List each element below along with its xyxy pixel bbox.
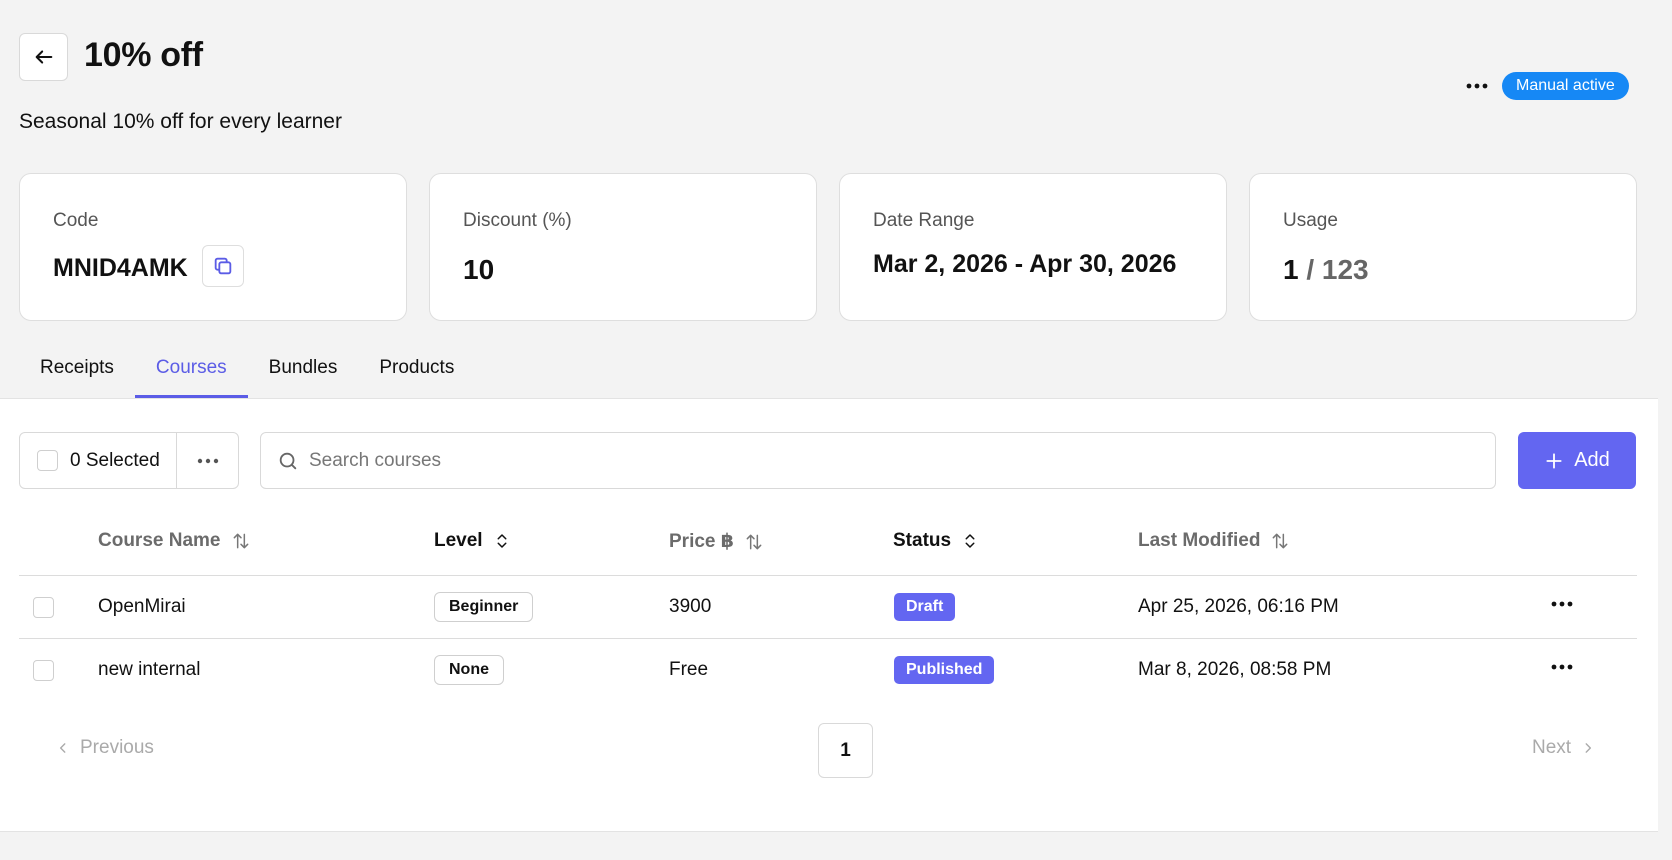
- next-page-button[interactable]: Next: [1532, 737, 1595, 759]
- previous-label: Previous: [80, 737, 154, 758]
- chevron-right-icon: [1585, 743, 1592, 753]
- previous-page-button[interactable]: Previous: [56, 737, 154, 759]
- course-price: 3900: [669, 596, 712, 617]
- date-range-label: Date Range: [873, 210, 975, 231]
- row-actions-button[interactable]: [1545, 592, 1579, 616]
- arrow-left-icon: [35, 50, 52, 64]
- status-badge: Manual active: [1502, 72, 1629, 100]
- sort-arrows-icon: [746, 534, 762, 549]
- column-level-label: Level: [434, 530, 483, 551]
- date-range-value: Mar 2, 2026 - Apr 30, 2026: [873, 250, 1177, 278]
- column-course-name-label: Course Name: [98, 530, 221, 551]
- column-header-last-modified[interactable]: Last Modified: [1138, 530, 1290, 552]
- last-modified: Apr 25, 2026, 06:16 PM: [1138, 596, 1339, 617]
- plus-icon: [1546, 452, 1562, 469]
- chevron-updown-icon: [497, 534, 507, 548]
- row-actions-button[interactable]: [1545, 655, 1579, 679]
- ellipsis-icon: [1551, 664, 1573, 670]
- column-status-label: Status: [893, 530, 952, 551]
- more-options-button[interactable]: [1462, 72, 1492, 100]
- chevron-left-icon: [59, 743, 66, 753]
- select-all-checkbox[interactable]: [37, 450, 58, 471]
- code-card: Code MNID4AMK: [19, 173, 407, 321]
- column-header-course-name[interactable]: Course Name: [98, 530, 251, 552]
- selected-count: 0 Selected: [70, 449, 160, 471]
- code-value: MNID4AMK: [53, 254, 188, 282]
- ellipsis-icon: [1551, 601, 1573, 607]
- status-badge-draft: Draft: [894, 593, 956, 621]
- column-header-level[interactable]: Level: [434, 530, 511, 552]
- column-header-status[interactable]: Status: [893, 530, 979, 552]
- page-number-button[interactable]: 1: [818, 723, 873, 778]
- usage-value: 1 / 123: [1283, 254, 1369, 286]
- course-name: OpenMirai: [98, 596, 186, 617]
- search-icon: [279, 452, 297, 469]
- tab-receipts[interactable]: Receipts: [19, 352, 135, 398]
- row-divider: [19, 638, 1637, 639]
- course-price: Free: [669, 659, 709, 680]
- discount-label: Discount (%): [463, 210, 572, 231]
- row-checkbox[interactable]: [33, 597, 54, 618]
- bulk-select-group: 0 Selected: [19, 432, 239, 489]
- row-checkbox[interactable]: [33, 660, 54, 681]
- add-button-label: Add: [1574, 449, 1610, 471]
- header-divider: [19, 575, 1637, 576]
- sort-arrows-icon: [233, 533, 248, 549]
- column-price-label: Price ฿: [669, 531, 734, 552]
- copy-code-button[interactable]: [202, 245, 244, 287]
- chevron-updown-icon: [965, 534, 975, 548]
- tab-products[interactable]: Products: [358, 352, 475, 398]
- usage-label: Usage: [1283, 210, 1338, 231]
- usage-card: Usage 1 / 123: [1249, 173, 1637, 321]
- usage-total: / 123: [1298, 254, 1369, 285]
- ellipsis-icon: [197, 458, 218, 463]
- ellipsis-icon: [1466, 83, 1488, 89]
- level-badge: None: [434, 655, 504, 685]
- usage-used: 1: [1283, 254, 1299, 285]
- page-title: 10% off: [84, 36, 203, 74]
- tab-courses[interactable]: Courses: [134, 352, 248, 398]
- select-all-control[interactable]: 0 Selected: [20, 433, 177, 488]
- copy-icon: [214, 257, 232, 275]
- course-name: new internal: [98, 659, 201, 680]
- level-badge: Beginner: [434, 592, 534, 622]
- sort-arrows-icon: [1273, 533, 1288, 549]
- tab-bar: Receipts Courses Bundles Products: [19, 352, 475, 398]
- column-header-price[interactable]: Price ฿: [669, 530, 764, 553]
- date-range-card: Date Range Mar 2, 2026 - Apr 30, 2026: [839, 173, 1227, 321]
- next-label: Next: [1532, 737, 1572, 758]
- tab-bundles[interactable]: Bundles: [248, 352, 359, 398]
- bulk-actions-button[interactable]: [177, 433, 238, 488]
- page-subtitle: Seasonal 10% off for every learner: [19, 110, 342, 133]
- back-button[interactable]: [19, 33, 68, 81]
- discount-value: 10: [463, 254, 495, 285]
- add-button[interactable]: Add: [1518, 432, 1636, 489]
- status-badge-published: Published: [894, 656, 995, 684]
- discount-card: Discount (%) 10: [429, 173, 817, 321]
- last-modified: Mar 8, 2026, 08:58 PM: [1138, 659, 1332, 680]
- column-modified-label: Last Modified: [1138, 530, 1261, 551]
- search-box[interactable]: [260, 432, 1496, 489]
- code-label: Code: [53, 210, 99, 231]
- search-input[interactable]: [309, 433, 1495, 488]
